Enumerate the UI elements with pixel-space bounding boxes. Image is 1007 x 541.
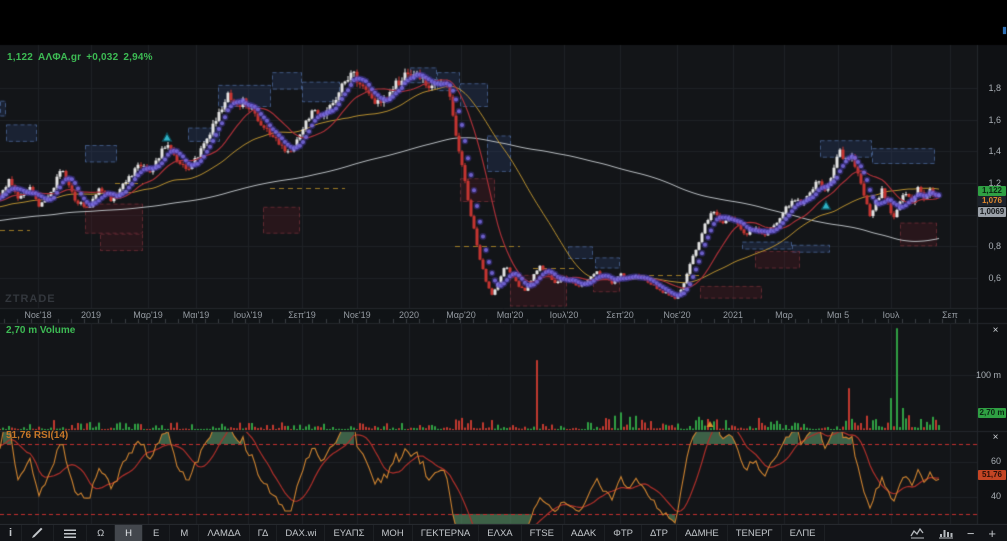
ticker-tab-ΜΟΗ[interactable]: ΜΟΗ — [374, 525, 413, 541]
ticker-tab-ΦΤΡ[interactable]: ΦΤΡ — [605, 525, 642, 541]
date-tick-label: Νοε'19 — [343, 310, 370, 320]
date-tick-label: Σεπ'20 — [606, 310, 634, 320]
watermark: ZTRADE — [5, 293, 56, 305]
bottom-toolbar: i ΩΗΕΜΛΑΜΔΑΓΔDAX.wiΕΥΑΠΣΜΟΗΓΕΚΤΕΡΝΑΕΛΧΑFT… — [0, 524, 1007, 541]
ticker-tab-ΕΥΑΠΣ[interactable]: ΕΥΑΠΣ — [325, 525, 373, 541]
date-tick-label: Ιουλ'19 — [234, 310, 263, 320]
date-tick-label: Νοε'18 — [24, 310, 51, 320]
date-tick-label: Μαι'19 — [183, 310, 209, 320]
top-edge-marker — [1003, 27, 1006, 34]
rsi-label: RSI(14) — [34, 430, 68, 441]
date-tick-label: 2019 — [81, 310, 101, 320]
chart-type-icon[interactable] — [905, 525, 930, 541]
ticker-tab-ΕΛΠΕ[interactable]: ΕΛΠΕ — [782, 525, 825, 541]
volume-label: Volume — [40, 325, 75, 336]
volume-plot[interactable] — [0, 323, 977, 431]
ticker-tab-ΛΑΜΔΑ[interactable]: ΛΑΜΔΑ — [199, 525, 249, 541]
date-axis[interactable]: Νοε'18 2019 Μαρ'19 Μαι'19 Ιουλ'19 Σεπ'19 Νοε'1… — [0, 308, 977, 323]
ticker-tab-ΑΔΜΗΕ[interactable]: ΑΔΜΗΕ — [677, 525, 728, 541]
rsi-plot[interactable] — [0, 432, 977, 524]
ticker-tab-ΓΕΚΤΕΡΝΑ[interactable]: ΓΕΚΤΕΡΝΑ — [413, 525, 480, 541]
symbol-name: ΑΛΦΑ.gr — [38, 52, 81, 63]
last-price: 1,122 — [7, 52, 33, 63]
volume-toggle-icon[interactable] — [934, 525, 958, 541]
date-tick-label: Ιουλ — [883, 310, 900, 320]
date-tick-label: Ιουλ'20 — [550, 310, 579, 320]
ticker-tab-ΔΤΡ[interactable]: ΔΤΡ — [642, 525, 677, 541]
ticker-tab-DAX.wi[interactable]: DAX.wi — [277, 525, 325, 541]
volume-panel-close-button[interactable]: × — [990, 326, 1001, 337]
date-tick-label: Μαρ'19 — [133, 310, 163, 320]
date-tick-label: Μαι 5 — [827, 310, 849, 320]
rsi-panel-close-button[interactable]: × — [990, 433, 1001, 444]
ticker-tab-FTSE[interactable]: FTSE — [522, 525, 563, 541]
zoom-in-button[interactable]: + — [983, 525, 1001, 541]
timeframe-tab-Ε[interactable]: Ε — [143, 525, 170, 541]
main-chart-plot[interactable] — [0, 45, 977, 308]
date-tick-label: Σεπ'19 — [288, 310, 316, 320]
date-tick-label: Μαρ — [775, 310, 793, 320]
price-change: +0,032 — [86, 52, 118, 63]
volume-panel-title: 2,70 m Volume — [6, 325, 75, 336]
timeframe-tab-Μ[interactable]: Μ — [170, 525, 199, 541]
timeframe-tab-Ω[interactable]: Ω — [87, 525, 115, 541]
ticker-readout: 1,122 ΑΛΦΑ.gr +0,032 2,94% — [7, 52, 158, 63]
price-change-pct: 2,94% — [123, 52, 152, 63]
ticker-tab-ΤΕΝΕΡΓ[interactable]: ΤΕΝΕΡΓ — [728, 525, 782, 541]
ticker-tab-ΕΛΧΑ[interactable]: ΕΛΧΑ — [479, 525, 521, 541]
watchlist-icon[interactable] — [54, 525, 87, 541]
price-axis[interactable] — [977, 45, 1007, 308]
volume-current-tag: 2,70 m — [978, 408, 1006, 418]
date-tick-label: Νοε'20 — [663, 310, 690, 320]
date-tick-label: 2021 — [723, 310, 743, 320]
rsi-value: 51,76 — [6, 430, 31, 441]
toolbar-left-group: i ΩΗΕΜΛΑΜΔΑΓΔDAX.wiΕΥΑΠΣΜΟΗΓΕΚΤΕΡΝΑΕΛΧΑFT… — [0, 525, 825, 541]
trading-chart-app: 1,122 ΑΛΦΑ.gr +0,032 2,94% ZTRADE Νοε'18 201… — [0, 0, 1007, 541]
rsi-current-tag: 51,76 — [978, 470, 1006, 480]
ticker-tab-ΓΔ[interactable]: ΓΔ — [250, 525, 278, 541]
ma-slow-value-tag: 1,0069 — [978, 207, 1006, 217]
toolbar-right-group: − + — [905, 525, 1007, 541]
date-tick-label: 2020 — [399, 310, 419, 320]
ticker-tab-ΑΔΑΚ[interactable]: ΑΔΑΚ — [563, 525, 605, 541]
info-icon[interactable]: i — [0, 525, 22, 541]
timeframe-tab-Η[interactable]: Η — [115, 525, 143, 541]
last-price-tag: 1,122 — [978, 186, 1006, 196]
ma-mid-value-tag: 1,076 — [978, 196, 1006, 206]
date-tick-label: Σεπ — [942, 310, 958, 320]
rsi-panel-title: 51,76 RSI(14) — [6, 430, 68, 441]
draw-icon[interactable] — [22, 525, 54, 541]
date-tick-label: Μαι'20 — [497, 310, 523, 320]
volume-value: 2,70 m — [6, 325, 37, 336]
zoom-out-button[interactable]: − — [962, 525, 980, 541]
date-tick-label: Μαρ'20 — [446, 310, 476, 320]
